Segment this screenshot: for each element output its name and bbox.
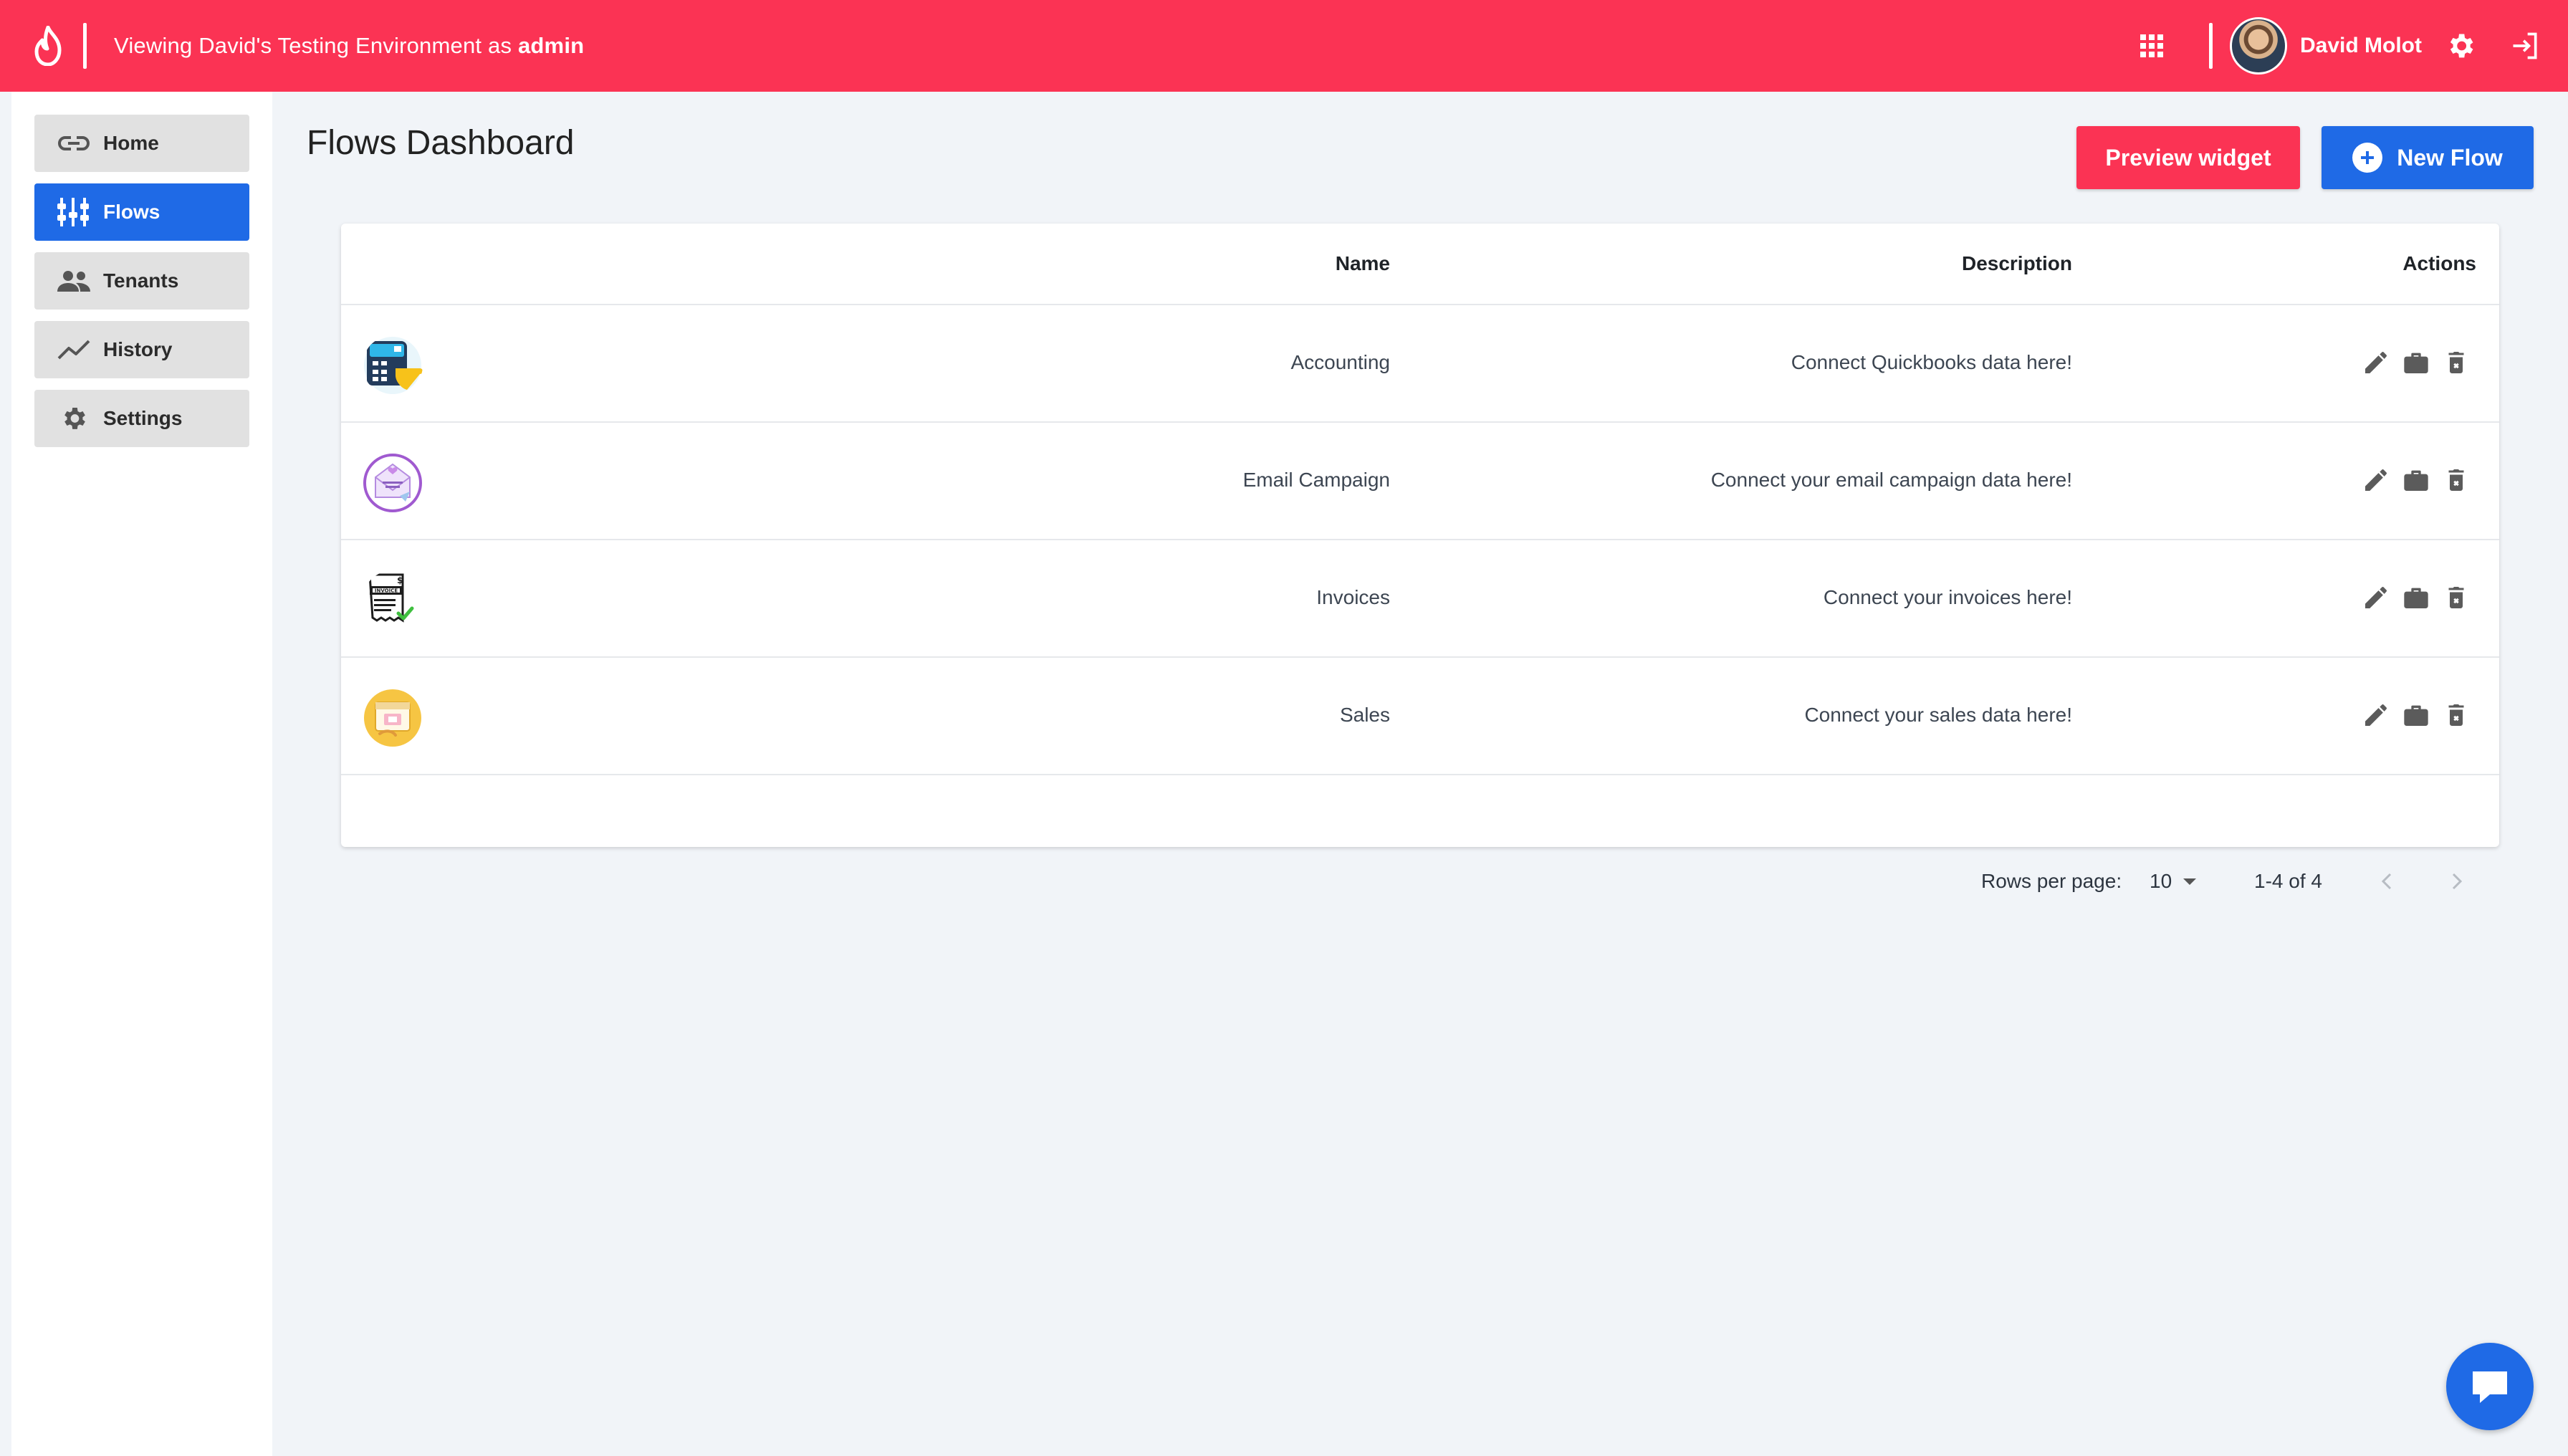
sidebar-item-settings[interactable]: Settings [34, 390, 249, 447]
sidebar-item-label: Flows [103, 201, 160, 223]
flame-logo-icon[interactable] [14, 0, 83, 92]
column-header-actions: Actions [2402, 252, 2476, 274]
new-flow-button[interactable]: New Flow [2322, 126, 2534, 189]
flows-icon [57, 198, 90, 226]
apps-grid-icon[interactable] [2123, 17, 2180, 75]
row-actions [2362, 580, 2471, 615]
flow-description: Connect your email campaign data here! [1710, 469, 2072, 491]
row-actions [2362, 698, 2471, 732]
column-header-description[interactable]: Description [1962, 252, 2072, 275]
edit-icon[interactable] [2362, 463, 2390, 497]
sidebar-item-home[interactable]: Home [34, 115, 249, 172]
table-row[interactable]: Sales Connect your sales data here! [341, 658, 2499, 775]
chevron-down-icon [2183, 878, 2197, 885]
add-circle-icon [2352, 143, 2383, 173]
avatar[interactable] [2230, 17, 2287, 75]
flow-description: Connect your invoices here! [1823, 586, 2072, 608]
chat-icon [2473, 1371, 2507, 1403]
rows-per-page-select[interactable]: 10 [2150, 867, 2197, 896]
next-page-button[interactable] [2448, 867, 2465, 896]
top-right-controls: David Molot [2123, 0, 2568, 92]
sidebar-nav: Home Flows Tenants History Settings [34, 115, 249, 459]
accounting-icon [364, 337, 423, 394]
flows-table: Name Description Actions Accounting Conn… [341, 224, 2499, 847]
gear-icon [57, 404, 90, 433]
row-actions [2362, 463, 2471, 497]
sidebar-item-label: Tenants [103, 269, 179, 292]
user-name[interactable]: David Molot [2300, 34, 2422, 58]
flow-description: Connect Quickbooks data here! [1791, 351, 2072, 373]
chevron-right-icon [2452, 873, 2463, 890]
flow-name: Email Campaign [1242, 469, 1390, 491]
edit-icon[interactable] [2362, 345, 2390, 380]
sidebar-item-flows[interactable]: Flows [34, 183, 249, 241]
invoice-icon: INVOICE $ [364, 572, 421, 629]
header-divider-right [2209, 23, 2213, 69]
delete-icon[interactable] [2442, 345, 2471, 380]
preview-widget-button[interactable]: Preview widget [2076, 126, 2300, 189]
flow-name: Accounting [1290, 351, 1390, 373]
new-flow-label: New Flow [2397, 144, 2503, 171]
sidebar-item-label: Settings [103, 407, 183, 429]
sidebar-item-tenants[interactable]: Tenants [34, 252, 249, 310]
table-header: Name Description Actions [341, 224, 2499, 305]
previous-page-button[interactable] [2379, 867, 2396, 896]
sidebar: Home Flows Tenants History Settings [11, 92, 272, 1456]
flow-name: Sales [1339, 704, 1390, 726]
delete-icon[interactable] [2442, 463, 2471, 497]
page-title: Flows Dashboard [307, 124, 575, 162]
briefcase-icon[interactable] [2402, 345, 2430, 380]
settings-gear-icon[interactable] [2432, 17, 2489, 75]
rows-per-page-label: Rows per page: [1981, 870, 2122, 892]
chevron-left-icon [2381, 873, 2392, 890]
chat-launcher-button[interactable] [2446, 1343, 2534, 1430]
briefcase-icon[interactable] [2402, 463, 2430, 497]
sidebar-item-label: Home [103, 132, 159, 154]
delete-icon[interactable] [2442, 698, 2471, 732]
sidebar-item-history[interactable]: History [34, 321, 249, 378]
email-campaign-icon [363, 454, 422, 512]
briefcase-icon[interactable] [2402, 698, 2430, 732]
top-bar: Viewing David's Testing Environment as a… [0, 0, 2568, 92]
environment-label: Viewing David's Testing Environment as a… [114, 33, 585, 58]
edit-icon[interactable] [2362, 580, 2390, 615]
edit-icon[interactable] [2362, 698, 2390, 732]
briefcase-icon[interactable] [2402, 580, 2430, 615]
table-row[interactable]: INVOICE $ Invoices Connect your invoices… [341, 540, 2499, 658]
role-label: admin [517, 33, 585, 58]
table-row[interactable]: Email Campaign Connect your email campai… [341, 423, 2499, 540]
delete-icon[interactable] [2442, 580, 2471, 615]
pagination-range: 1-4 of 4 [2254, 870, 2322, 892]
flow-description: Connect your sales data here! [1804, 704, 2072, 726]
sidebar-item-label: History [103, 338, 173, 360]
link-icon [57, 129, 90, 158]
column-header-name[interactable]: Name [1336, 252, 1390, 275]
sales-icon [364, 689, 421, 747]
trend-icon [57, 335, 90, 364]
table-row[interactable]: Accounting Connect Quickbooks data here! [341, 305, 2499, 423]
people-icon [57, 267, 90, 295]
flow-name: Invoices [1316, 586, 1390, 608]
svg-text:$: $ [397, 575, 403, 585]
svg-text:INVOICE: INVOICE [375, 588, 398, 594]
logout-icon[interactable] [2496, 17, 2554, 75]
header-divider [83, 23, 87, 69]
rows-per-page-value: 10 [2150, 870, 2172, 892]
row-actions [2362, 345, 2471, 380]
